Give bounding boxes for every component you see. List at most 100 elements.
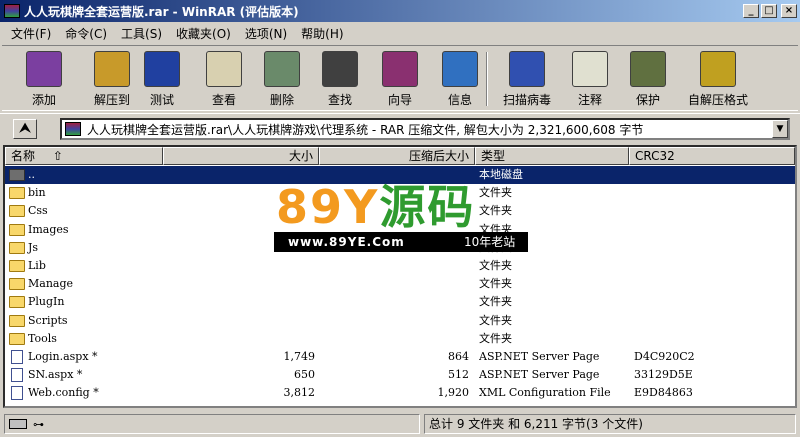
file-name: Images xyxy=(28,222,69,236)
up-folder-button[interactable]: ⮝ xyxy=(13,119,37,139)
close-button[interactable]: × xyxy=(781,4,797,18)
file-name-cell: SN.aspx * xyxy=(9,366,165,384)
file-crc xyxy=(634,275,754,293)
menu-item-5[interactable]: 帮助(H) xyxy=(294,25,350,42)
file-crc: D4C920C2 xyxy=(634,350,695,363)
toolbar-button-4[interactable]: 删除 xyxy=(250,49,314,109)
table-row[interactable]: Login.aspx * 1,749 864 ASP.NET Server Page D… xyxy=(5,348,795,366)
file-packed-size xyxy=(315,257,469,275)
toolbar-button-5[interactable]: 查找 xyxy=(308,49,372,109)
file-crc: E9D84863 xyxy=(634,386,693,400)
menu-item-4[interactable]: 选项(N) xyxy=(238,25,294,42)
status-bar: ⊶ 总计 9 文件夹 和 6,211 字节(3 个文件) xyxy=(0,412,800,434)
file-name: Manage xyxy=(28,277,74,291)
file-size: 3,812 xyxy=(283,386,316,400)
menu-item-0[interactable]: 文件(F) xyxy=(4,25,58,42)
file-crc xyxy=(634,293,754,311)
path-combobox[interactable]: 人人玩棋牌全套运营版.rar\人人玩棋牌游戏\代理系统 - RAR 压缩文件, … xyxy=(60,118,790,140)
parent-folder-icon xyxy=(9,169,25,181)
file-name-cell: Scripts xyxy=(9,312,165,330)
toolbar-button-7[interactable]: 信息 xyxy=(428,49,492,109)
toolbar-button-3[interactable]: 查看 xyxy=(192,49,256,109)
toolbar-button-label: 向导 xyxy=(387,93,412,107)
comment-icon xyxy=(572,51,608,87)
column-header-packed[interactable]: 压缩后大小 xyxy=(319,147,475,165)
table-row[interactable]: Tools 文件夹 xyxy=(5,330,795,348)
table-row[interactable]: Manage 文件夹 xyxy=(5,275,795,293)
toolbar-button-label: 扫描病毒 xyxy=(502,93,551,107)
toolbar-button-10[interactable]: 保护 xyxy=(616,49,680,109)
table-row[interactable]: Lib 文件夹 xyxy=(5,257,795,275)
file-name: Lib xyxy=(28,259,46,272)
toolbar-button-9[interactable]: 注释 xyxy=(558,49,622,109)
toolbar-button-6[interactable]: 向导 xyxy=(368,49,432,109)
file-type: XML Configuration File xyxy=(479,386,611,400)
file-packed-size: 512 xyxy=(448,368,469,382)
file-crc xyxy=(634,257,754,275)
table-row[interactable]: Scripts 文件夹 xyxy=(5,312,795,330)
address-bar: ⮝ 人人玩棋牌全套运营版.rar\人人玩棋牌游戏\代理系统 - RAR 压缩文件… xyxy=(0,113,800,141)
toolbar-button-label: 信息 xyxy=(447,93,472,107)
menu-item-1[interactable]: 命令(C) xyxy=(58,25,114,42)
file-crc: 33129D5E xyxy=(634,368,693,382)
info-icon xyxy=(442,51,478,87)
toolbar-button-0[interactable]: 添加 xyxy=(12,49,76,109)
file-packed-size xyxy=(315,275,469,293)
file-name-cell: Web.config * xyxy=(9,384,165,402)
file-type: ASP.NET Server Page xyxy=(479,368,600,382)
file-name: Login.aspx * xyxy=(28,350,98,363)
column-header-type[interactable]: 类型 xyxy=(475,147,629,165)
file-size xyxy=(165,257,315,275)
view-glasses-icon xyxy=(206,51,242,87)
status-summary: 总计 9 文件夹 和 6,211 字节(3 个文件) xyxy=(424,414,796,434)
watermark-logo-b: 源码 xyxy=(379,180,476,234)
toolbar-button-label: 测试 xyxy=(149,93,174,107)
file-name: Web.config * xyxy=(28,386,99,400)
menu-item-2[interactable]: 工具(S) xyxy=(114,25,169,42)
file-crc xyxy=(634,221,754,239)
find-binoculars-icon xyxy=(322,51,358,87)
file-name-cell: Manage xyxy=(9,275,165,293)
toolbar-button-11[interactable]: 自解压格式 xyxy=(682,49,754,109)
drive-icon xyxy=(9,419,27,429)
file-name: Tools xyxy=(28,331,57,345)
file-name: Css xyxy=(28,204,48,218)
toolbar-button-8[interactable]: 扫描病毒 xyxy=(490,49,564,109)
toolbar-button-label: 查看 xyxy=(211,93,236,107)
file-crc xyxy=(634,312,754,330)
file-packed-size: 864 xyxy=(448,350,469,363)
file-packed-size: 1,920 xyxy=(437,386,470,400)
column-header-crc[interactable]: CRC32 xyxy=(629,147,795,165)
file-type: 文件夹 xyxy=(479,277,512,291)
path-dropdown-button[interactable]: ▼ xyxy=(772,120,788,138)
file-name-cell: Js xyxy=(9,239,165,257)
toolbar-button-label: 删除 xyxy=(269,93,294,107)
watermark-logo: 89Y源码 xyxy=(276,182,475,232)
table-row[interactable]: SN.aspx * 650 512 ASP.NET Server Page 33129D… xyxy=(5,366,795,384)
file-icon xyxy=(11,350,23,364)
column-header-name[interactable]: 名称 ⇧ xyxy=(5,147,163,165)
minimize-button[interactable]: _ xyxy=(743,4,759,18)
table-row[interactable]: Web.config * 3,812 1,920 XML Configuration … xyxy=(5,384,795,402)
folder-icon xyxy=(9,278,25,291)
menu-item-3[interactable]: 收藏夹(O) xyxy=(169,25,238,42)
toolbar-button-label: 添加 xyxy=(31,93,56,107)
file-name: Scripts xyxy=(28,313,68,327)
test-check-icon xyxy=(144,51,180,87)
window-title: 人人玩棋牌全套运营版.rar - WinRAR (评估版本) xyxy=(24,4,299,19)
maximize-button[interactable]: □ xyxy=(761,4,777,18)
folder-icon xyxy=(9,205,25,218)
file-name-cell: Css xyxy=(9,202,165,220)
file-type: 文件夹 xyxy=(479,331,512,345)
file-name-cell: Lib xyxy=(9,257,165,275)
winrar-app-icon xyxy=(4,4,20,18)
file-name-cell: Login.aspx * xyxy=(9,348,165,366)
file-crc xyxy=(634,184,754,202)
table-row[interactable]: PlugIn 文件夹 xyxy=(5,293,795,311)
column-header-size[interactable]: 大小 xyxy=(163,147,319,165)
file-crc xyxy=(634,202,754,220)
toolbar-button-2[interactable]: 测试 xyxy=(130,49,194,109)
folder-icon xyxy=(9,241,25,254)
key-icon: ⊶ xyxy=(33,417,44,431)
menu-bar: 文件(F) 命令(C) 工具(S) 收藏夹(O) 选项(N) 帮助(H) xyxy=(0,23,800,43)
